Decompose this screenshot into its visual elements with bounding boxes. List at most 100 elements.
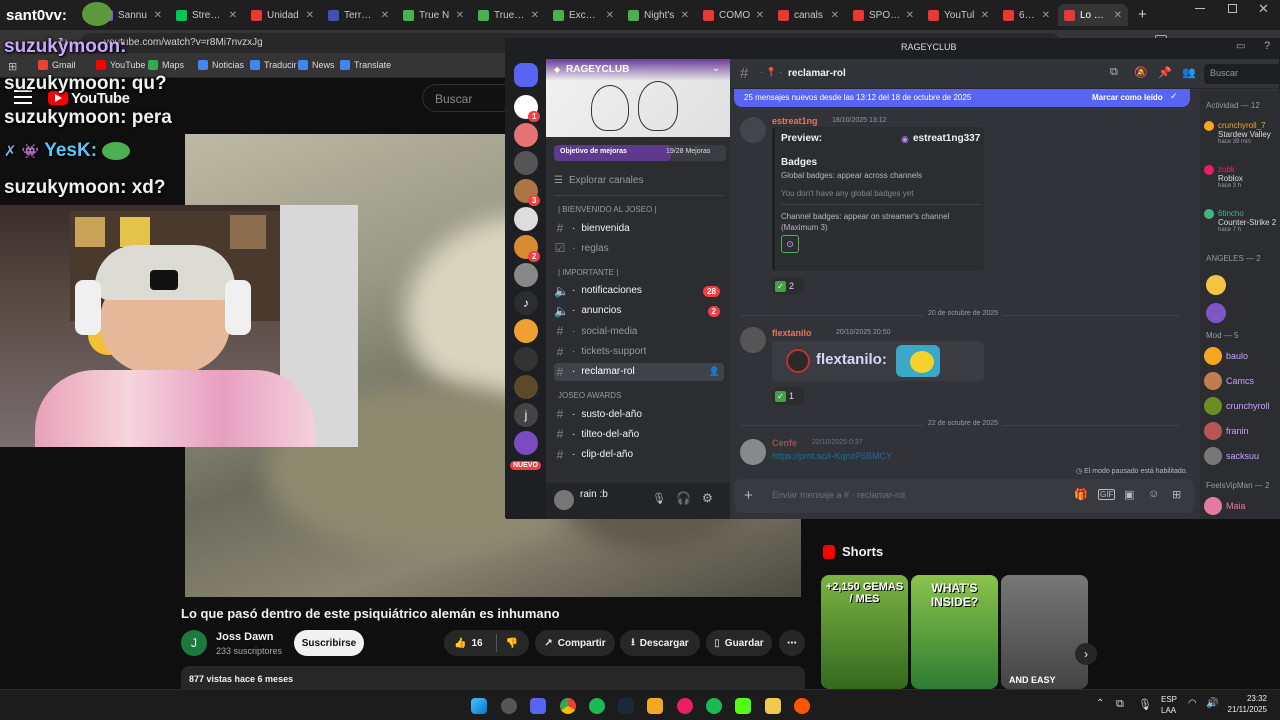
- server-icon[interactable]: ♪: [514, 291, 538, 315]
- member-item[interactable]: franin: [1204, 422, 1249, 440]
- server-icon[interactable]: [514, 319, 538, 343]
- thumbs-down-icon[interactable]: 👎: [506, 638, 518, 649]
- chevron-right-icon[interactable]: ›: [1075, 643, 1097, 665]
- member-item[interactable]: Camcs: [1204, 372, 1254, 390]
- explore-channels[interactable]: ☰ Explorar canales: [554, 171, 724, 189]
- server-icon[interactable]: [514, 151, 538, 175]
- channel-reglas[interactable]: ☑ · reglas: [554, 239, 724, 257]
- browser-tab[interactable]: True N ✕: [397, 4, 470, 26]
- close-tab-icon[interactable]: ✕: [981, 10, 989, 21]
- clock-date[interactable]: 21/11/2025: [1219, 705, 1267, 714]
- apps-icon[interactable]: ⊞: [1172, 488, 1181, 501]
- member-list-icon[interactable]: 👥: [1182, 66, 1196, 79]
- app-icon[interactable]: [677, 698, 693, 714]
- add-attachment-icon[interactable]: +: [744, 487, 753, 504]
- browser-tab[interactable]: True Ex ✕: [472, 4, 545, 26]
- folder-icon[interactable]: [765, 698, 781, 714]
- server-icon[interactable]: [514, 375, 538, 399]
- close-tab-icon[interactable]: ✕: [606, 10, 614, 21]
- steam-icon[interactable]: [618, 698, 634, 714]
- spotify-icon[interactable]: [589, 698, 605, 714]
- server-icon[interactable]: [514, 431, 538, 455]
- chevron-up-icon[interactable]: ⌃: [1096, 698, 1104, 709]
- settings-gear-icon[interactable]: ⚙: [702, 491, 713, 505]
- username[interactable]: rain :b: [580, 489, 608, 500]
- close-tab-icon[interactable]: ✕: [456, 10, 464, 21]
- mute-bell-icon[interactable]: 🔕: [1134, 66, 1148, 79]
- message-link[interactable]: https://prnt.sc/r-KqnzP6BMCY: [772, 451, 892, 461]
- save-button[interactable]: ▯ Guardar: [706, 630, 772, 656]
- member-item[interactable]: baulo: [1204, 347, 1248, 365]
- channel-social-media[interactable]: # · social-media: [554, 322, 724, 340]
- minimize-icon[interactable]: [1195, 8, 1205, 9]
- activity-item[interactable]: zobk Roblox hace 3 h: [1204, 165, 1243, 189]
- channel-clip-del-año[interactable]: # · clip-del-año: [554, 446, 724, 464]
- server-icon[interactable]: j: [514, 403, 538, 427]
- close-tab-icon[interactable]: ✕: [229, 10, 237, 21]
- direct-messages-icon[interactable]: [514, 63, 538, 87]
- message-avatar[interactable]: [740, 439, 766, 465]
- emoji-icon[interactable]: ☺: [1148, 488, 1159, 500]
- channel-susto-del-año[interactable]: # · susto-del-año: [554, 405, 724, 423]
- like-button[interactable]: 👍 16 👎: [444, 630, 529, 656]
- user-avatar[interactable]: [554, 490, 574, 510]
- kick-icon[interactable]: [735, 698, 751, 714]
- bookmark-item[interactable]: News: [298, 60, 335, 70]
- pinned-icon[interactable]: 📌: [1158, 66, 1172, 79]
- threads-icon[interactable]: ⧉: [1110, 66, 1118, 79]
- short-thumbnail[interactable]: AND EASY: [1001, 575, 1088, 689]
- youtube-search-input[interactable]: Buscar: [422, 84, 512, 112]
- activity-item[interactable]: crunchyroll_7 Stardew Valley hace 39 min: [1204, 121, 1271, 145]
- channel-anuncios[interactable]: 🔈 · anuncios 2: [554, 302, 724, 320]
- channel-category[interactable]: | BIENVENIDO AL JOSEO |: [558, 205, 657, 214]
- short-thumbnail[interactable]: +2,150 GEMAS / MES: [821, 575, 908, 689]
- channel-tickets-support[interactable]: # · tickets-support: [554, 343, 724, 361]
- browser-tab[interactable]: Stream ✕: [170, 4, 243, 26]
- message-image[interactable]: flextanilo:: [772, 341, 984, 381]
- channel-category[interactable]: | IMPORTANTE |: [558, 268, 618, 277]
- start-icon[interactable]: [471, 698, 487, 714]
- browser-tab[interactable]: YouTul ✕: [922, 4, 995, 26]
- description-box[interactable]: 877 vistas hace 6 meses: [181, 666, 805, 689]
- sticker-icon[interactable]: ▣: [1124, 488, 1134, 501]
- short-thumbnail[interactable]: WHAT'S INSIDE?: [911, 575, 998, 689]
- share-button[interactable]: ↗ Compartir: [535, 630, 615, 656]
- channel-tilteo-del-año[interactable]: # · tilteo-del-año: [554, 425, 724, 443]
- network-icon[interactable]: ⧉: [1116, 698, 1124, 711]
- close-tab-icon[interactable]: ✕: [306, 10, 314, 21]
- message-composer[interactable]: + Enviar mensaje a # · reclamar-rol 🎁 GI…: [734, 479, 1194, 513]
- chrome-icon[interactable]: [560, 698, 576, 714]
- close-tab-icon[interactable]: ✕: [154, 10, 162, 21]
- app-icon[interactable]: [647, 698, 663, 714]
- server-icon[interactable]: [514, 123, 538, 147]
- download-button[interactable]: ⭳ Descargar: [620, 630, 700, 656]
- bookmark-item[interactable]: Traducir: [250, 60, 297, 70]
- browser-tab[interactable]: Night's ✕: [622, 4, 695, 26]
- server-banner[interactable]: ◆ RAGEYCLUB ⌄: [546, 59, 730, 137]
- browser-tab[interactable]: sant0vv:: [0, 4, 94, 26]
- browser-tab[interactable]: Terra B ✕: [322, 4, 395, 26]
- more-actions-button[interactable]: ⋯: [779, 630, 805, 656]
- browser-tab[interactable]: SPOTIF ✕: [847, 4, 920, 26]
- channel-reclamar-rol[interactable]: # · reclamar-rol 👤: [554, 362, 724, 381]
- server-icon[interactable]: [514, 347, 538, 371]
- activity-item[interactable]: 6tincho Counter-Strike 2 hace 7 h: [1204, 209, 1276, 233]
- message-avatar[interactable]: [740, 117, 766, 143]
- new-tab-button[interactable]: +: [1138, 6, 1147, 23]
- bookmark-item[interactable]: Noticias: [198, 60, 244, 70]
- server-icon[interactable]: [514, 207, 538, 231]
- reaction-chip[interactable]: ✓ 2: [772, 277, 804, 295]
- clock-time[interactable]: 23:32: [1219, 694, 1267, 703]
- channel-category[interactable]: JOSEO AWARDS: [558, 391, 621, 400]
- chevron-down-icon[interactable]: ⌄: [712, 63, 720, 74]
- close-tab-icon[interactable]: ✕: [1114, 10, 1122, 21]
- boost-goal-bar[interactable]: Objetivo de mejoras 19/28 Mejoras: [554, 145, 726, 161]
- badge-icon[interactable]: ⊙: [781, 235, 799, 253]
- close-tab-icon[interactable]: ✕: [1042, 10, 1050, 21]
- wifi-icon[interactable]: ◠: [1188, 698, 1197, 709]
- server-icon[interactable]: [514, 263, 538, 287]
- inbox-icon[interactable]: ▭: [1236, 41, 1245, 52]
- language-indicator[interactable]: ESP: [1161, 695, 1177, 704]
- volume-icon[interactable]: 🔊: [1206, 698, 1218, 709]
- subscribe-button[interactable]: Suscribirse: [294, 630, 364, 656]
